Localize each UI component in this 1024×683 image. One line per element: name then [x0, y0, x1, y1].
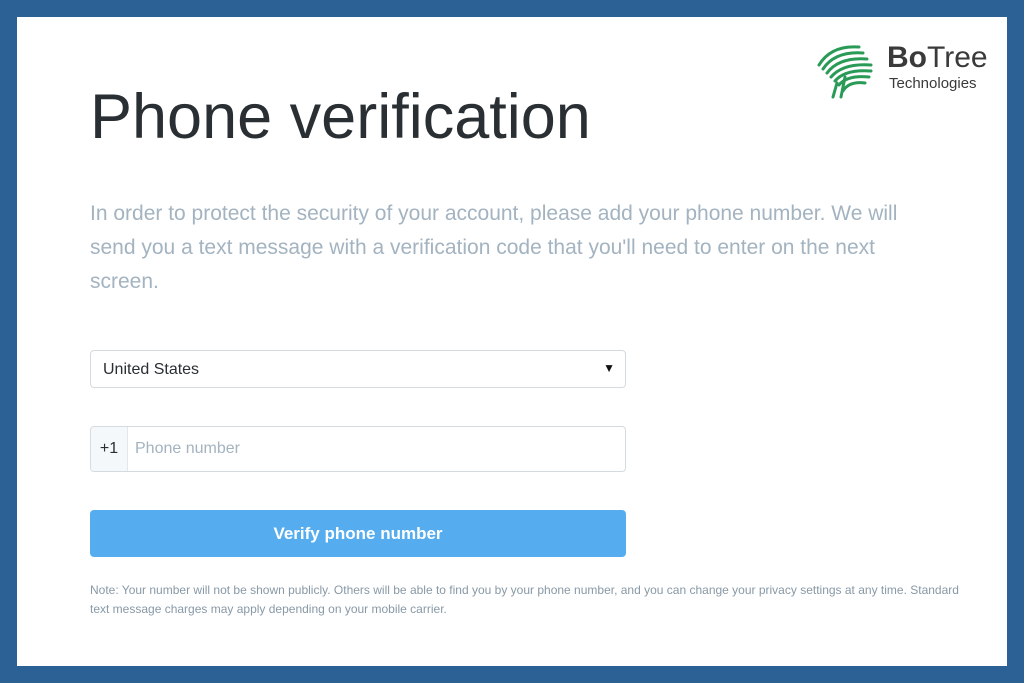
country-select-value: United States [103, 361, 200, 378]
country-select[interactable]: United States ▼ [90, 350, 626, 388]
brand-name: BoTree [887, 41, 988, 75]
brand-subtitle: Technologies [889, 75, 977, 92]
botree-leaf-logo-icon [817, 45, 873, 99]
brand-name-bold: Bo [887, 41, 927, 74]
brand-logo: BoTree Technologies [811, 39, 1001, 99]
brand-name-light: Tree [927, 41, 988, 74]
page-title: Phone verification [90, 82, 591, 152]
verify-phone-button[interactable]: Verify phone number [90, 510, 626, 557]
country-code-prefix: +1 [91, 427, 128, 471]
phone-number-input[interactable] [129, 427, 619, 471]
verification-card: BoTree Technologies Phone verification I… [17, 17, 1007, 666]
intro-text: In order to protect the security of your… [90, 202, 898, 293]
caret-down-icon: ▼ [603, 361, 615, 375]
privacy-note: Note: Your number will not be shown publ… [90, 583, 959, 616]
phone-field: +1 [90, 426, 626, 472]
